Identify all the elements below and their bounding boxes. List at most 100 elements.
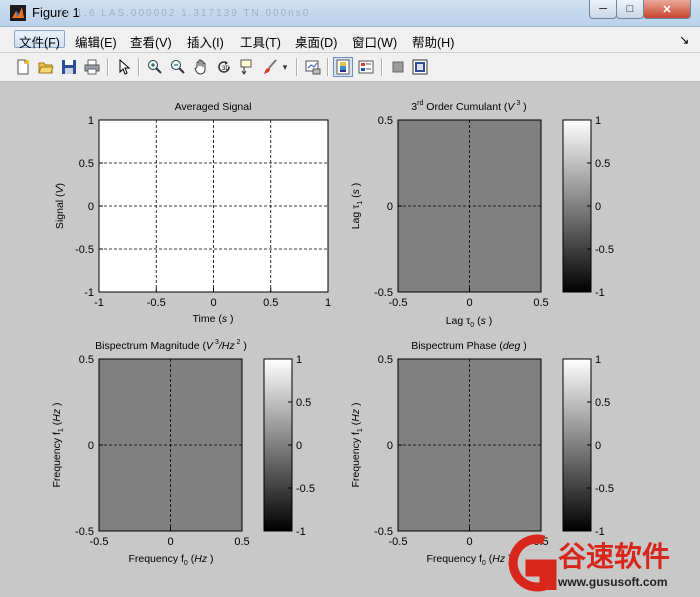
- colorbar-tick-label: 0.5: [296, 397, 311, 409]
- subplot-averaged-signal[interactable]: Averaged Signal -1 -0.5 0 0.5 1 1 0.5 0 -0.5 -1 T…: [54, 101, 331, 325]
- open-folder-icon[interactable]: [36, 57, 56, 77]
- close-icon: ✕: [662, 3, 672, 16]
- colorbar[interactable]: [263, 358, 293, 532]
- menu-insert[interactable]: 插入(I): [183, 31, 228, 50]
- minimize-button[interactable]: ─: [589, 0, 617, 19]
- link-plot-icon[interactable]: [303, 57, 323, 77]
- menu-window[interactable]: 窗口(W): [348, 31, 401, 50]
- x-tick-label: 1: [325, 297, 331, 309]
- y-tick-label: 0: [387, 440, 393, 452]
- x-tick-label: 0.5: [263, 297, 278, 309]
- subplot-bispectrum-magnitude[interactable]: Bispectrum Magnitude (V 3/Hz 2 ) -0.5 0 0.…: [51, 339, 315, 567]
- hide-plot-tools-icon[interactable]: [388, 57, 408, 77]
- y-tick-label: 0: [88, 440, 94, 452]
- menu-bar: 文件(F) 编辑(E) 查看(V) 插入(I) 工具(T) 桌面(D) 窗口(W…: [0, 27, 700, 53]
- new-file-icon[interactable]: [13, 57, 33, 77]
- colorbar-tick-label: 0: [296, 440, 302, 452]
- y-tick-label: -0.5: [374, 287, 393, 299]
- pan-hand-icon[interactable]: [191, 57, 211, 77]
- plot-title: Averaged Signal: [175, 101, 252, 113]
- figure-toolbar: 3D ▾: [0, 53, 700, 82]
- menu-file[interactable]: 文件(F): [14, 30, 65, 50]
- y-tick-label: 0: [387, 201, 393, 213]
- watermark-url: www.gususoft.com: [557, 575, 668, 589]
- colorbar-tick-label: 0.5: [595, 158, 610, 170]
- x-axis-label: Time (s ): [192, 313, 233, 325]
- colorbar-tick-label: 0.5: [595, 397, 610, 409]
- colorbar-tick-label: -1: [296, 526, 306, 538]
- plot-title: 3rd Order Cumulant (V 3 ): [411, 100, 526, 113]
- print-icon[interactable]: [82, 57, 102, 77]
- y-axis-label: Lag τ1 (s ): [350, 183, 364, 230]
- y-tick-label: -0.5: [75, 526, 94, 538]
- y-tick-label: 0: [88, 201, 94, 213]
- watermark-brand: 谷速软件: [558, 541, 670, 572]
- figure-canvas: Averaged Signal -1 -0.5 0 0.5 1 1 0.5 0 -0.5 -1 T…: [9, 84, 690, 584]
- x-tick-label: 0.5: [533, 297, 548, 309]
- show-plot-tools-icon[interactable]: [410, 57, 430, 77]
- y-tick-label: -1: [84, 287, 94, 299]
- pointer-icon[interactable]: [114, 57, 134, 77]
- subplot-third-order-cumulant[interactable]: 3rd Order Cumulant (V 3 ) -0.5 0 0.5 0.5 0 -0…: [350, 100, 614, 329]
- legend-icon[interactable]: [356, 57, 376, 77]
- y-tick-label: 1: [88, 115, 94, 127]
- y-tick-label: 0.5: [378, 354, 393, 366]
- menu-help[interactable]: 帮助(H): [408, 31, 458, 50]
- y-axis-label: Signal (V): [54, 183, 66, 229]
- title-bar: Figure 1 fs 1.6 LAS.000002 1.317139 TN.0…: [0, 0, 700, 27]
- y-axis-label: Frequency f1 (Hz ): [350, 402, 364, 487]
- menu-desktop[interactable]: 桌面(D): [291, 31, 341, 50]
- toolbar-separator: [138, 58, 140, 76]
- y-tick-label: 0.5: [79, 158, 94, 170]
- dock-arrow-icon[interactable]: ↘: [675, 31, 693, 49]
- maximize-icon: □: [626, 3, 634, 15]
- x-tick-label: -0.5: [147, 297, 166, 309]
- x-tick-label: 0.5: [234, 536, 249, 548]
- x-axis-label: Lag τ0 (s ): [446, 315, 493, 329]
- plot-title: Bispectrum Phase (deg ): [411, 340, 527, 352]
- rotate-3d-icon[interactable]: 3D: [214, 57, 234, 77]
- menu-edit[interactable]: 编辑(E): [71, 31, 121, 50]
- close-button[interactable]: ✕: [643, 0, 691, 19]
- toolbar-separator: [381, 58, 383, 76]
- x-tick-label: -1: [94, 297, 104, 309]
- colorbar-tick-label: -1: [595, 287, 605, 299]
- zoom-out-icon[interactable]: [168, 57, 188, 77]
- svg-text:3D: 3D: [222, 66, 230, 72]
- colorbar-tick-label: 0: [595, 201, 601, 213]
- toolbar-separator: [296, 58, 298, 76]
- y-tick-label: 0.5: [378, 115, 393, 127]
- menu-view[interactable]: 查看(V): [126, 31, 176, 50]
- colorbar-icon[interactable]: [333, 57, 353, 77]
- matlab-app-icon: [10, 5, 26, 21]
- brush-icon[interactable]: [260, 57, 280, 77]
- colorbar-tick-label: -0.5: [595, 483, 614, 495]
- colorbar[interactable]: [562, 119, 592, 293]
- figure-plots: Averaged Signal -1 -0.5 0 0.5 1 1 0.5 0 -0.5 -1 T…: [51, 100, 614, 567]
- data-cursor-icon[interactable]: [237, 57, 257, 77]
- colorbar-tick-label: -0.5: [296, 483, 315, 495]
- colorbar-tick-label: 0: [595, 440, 601, 452]
- background-ghost-text: fs 1.6 LAS.000002 1.317139 TN.000ns0: [60, 8, 311, 19]
- x-tick-label: 0: [167, 536, 173, 548]
- toolbar-separator: [107, 58, 109, 76]
- x-tick-label: 0: [466, 536, 472, 548]
- y-tick-label: 0.5: [79, 354, 94, 366]
- x-axis-label: Frequency f0 (Hz ): [128, 553, 213, 567]
- plot-title: Bispectrum Magnitude (V 3/Hz 2 ): [95, 339, 247, 352]
- y-tick-label: -0.5: [374, 526, 393, 538]
- zoom-in-icon[interactable]: [145, 57, 165, 77]
- save-icon[interactable]: [59, 57, 79, 77]
- x-tick-label: 0: [210, 297, 216, 309]
- menu-tools[interactable]: 工具(T): [236, 31, 285, 50]
- colorbar-tick-label: -0.5: [595, 244, 614, 256]
- colorbar[interactable]: [562, 358, 592, 532]
- colorbar-tick-label: 1: [296, 354, 302, 366]
- minimize-icon: ─: [599, 3, 607, 15]
- x-tick-label: 0: [466, 297, 472, 309]
- maximize-button[interactable]: □: [616, 0, 644, 19]
- y-tick-label: -0.5: [75, 244, 94, 256]
- y-axis-label: Frequency f1 (Hz ): [51, 402, 65, 487]
- brush-dropdown-icon[interactable]: ▾: [279, 57, 291, 77]
- colorbar-tick-label: 1: [595, 354, 601, 366]
